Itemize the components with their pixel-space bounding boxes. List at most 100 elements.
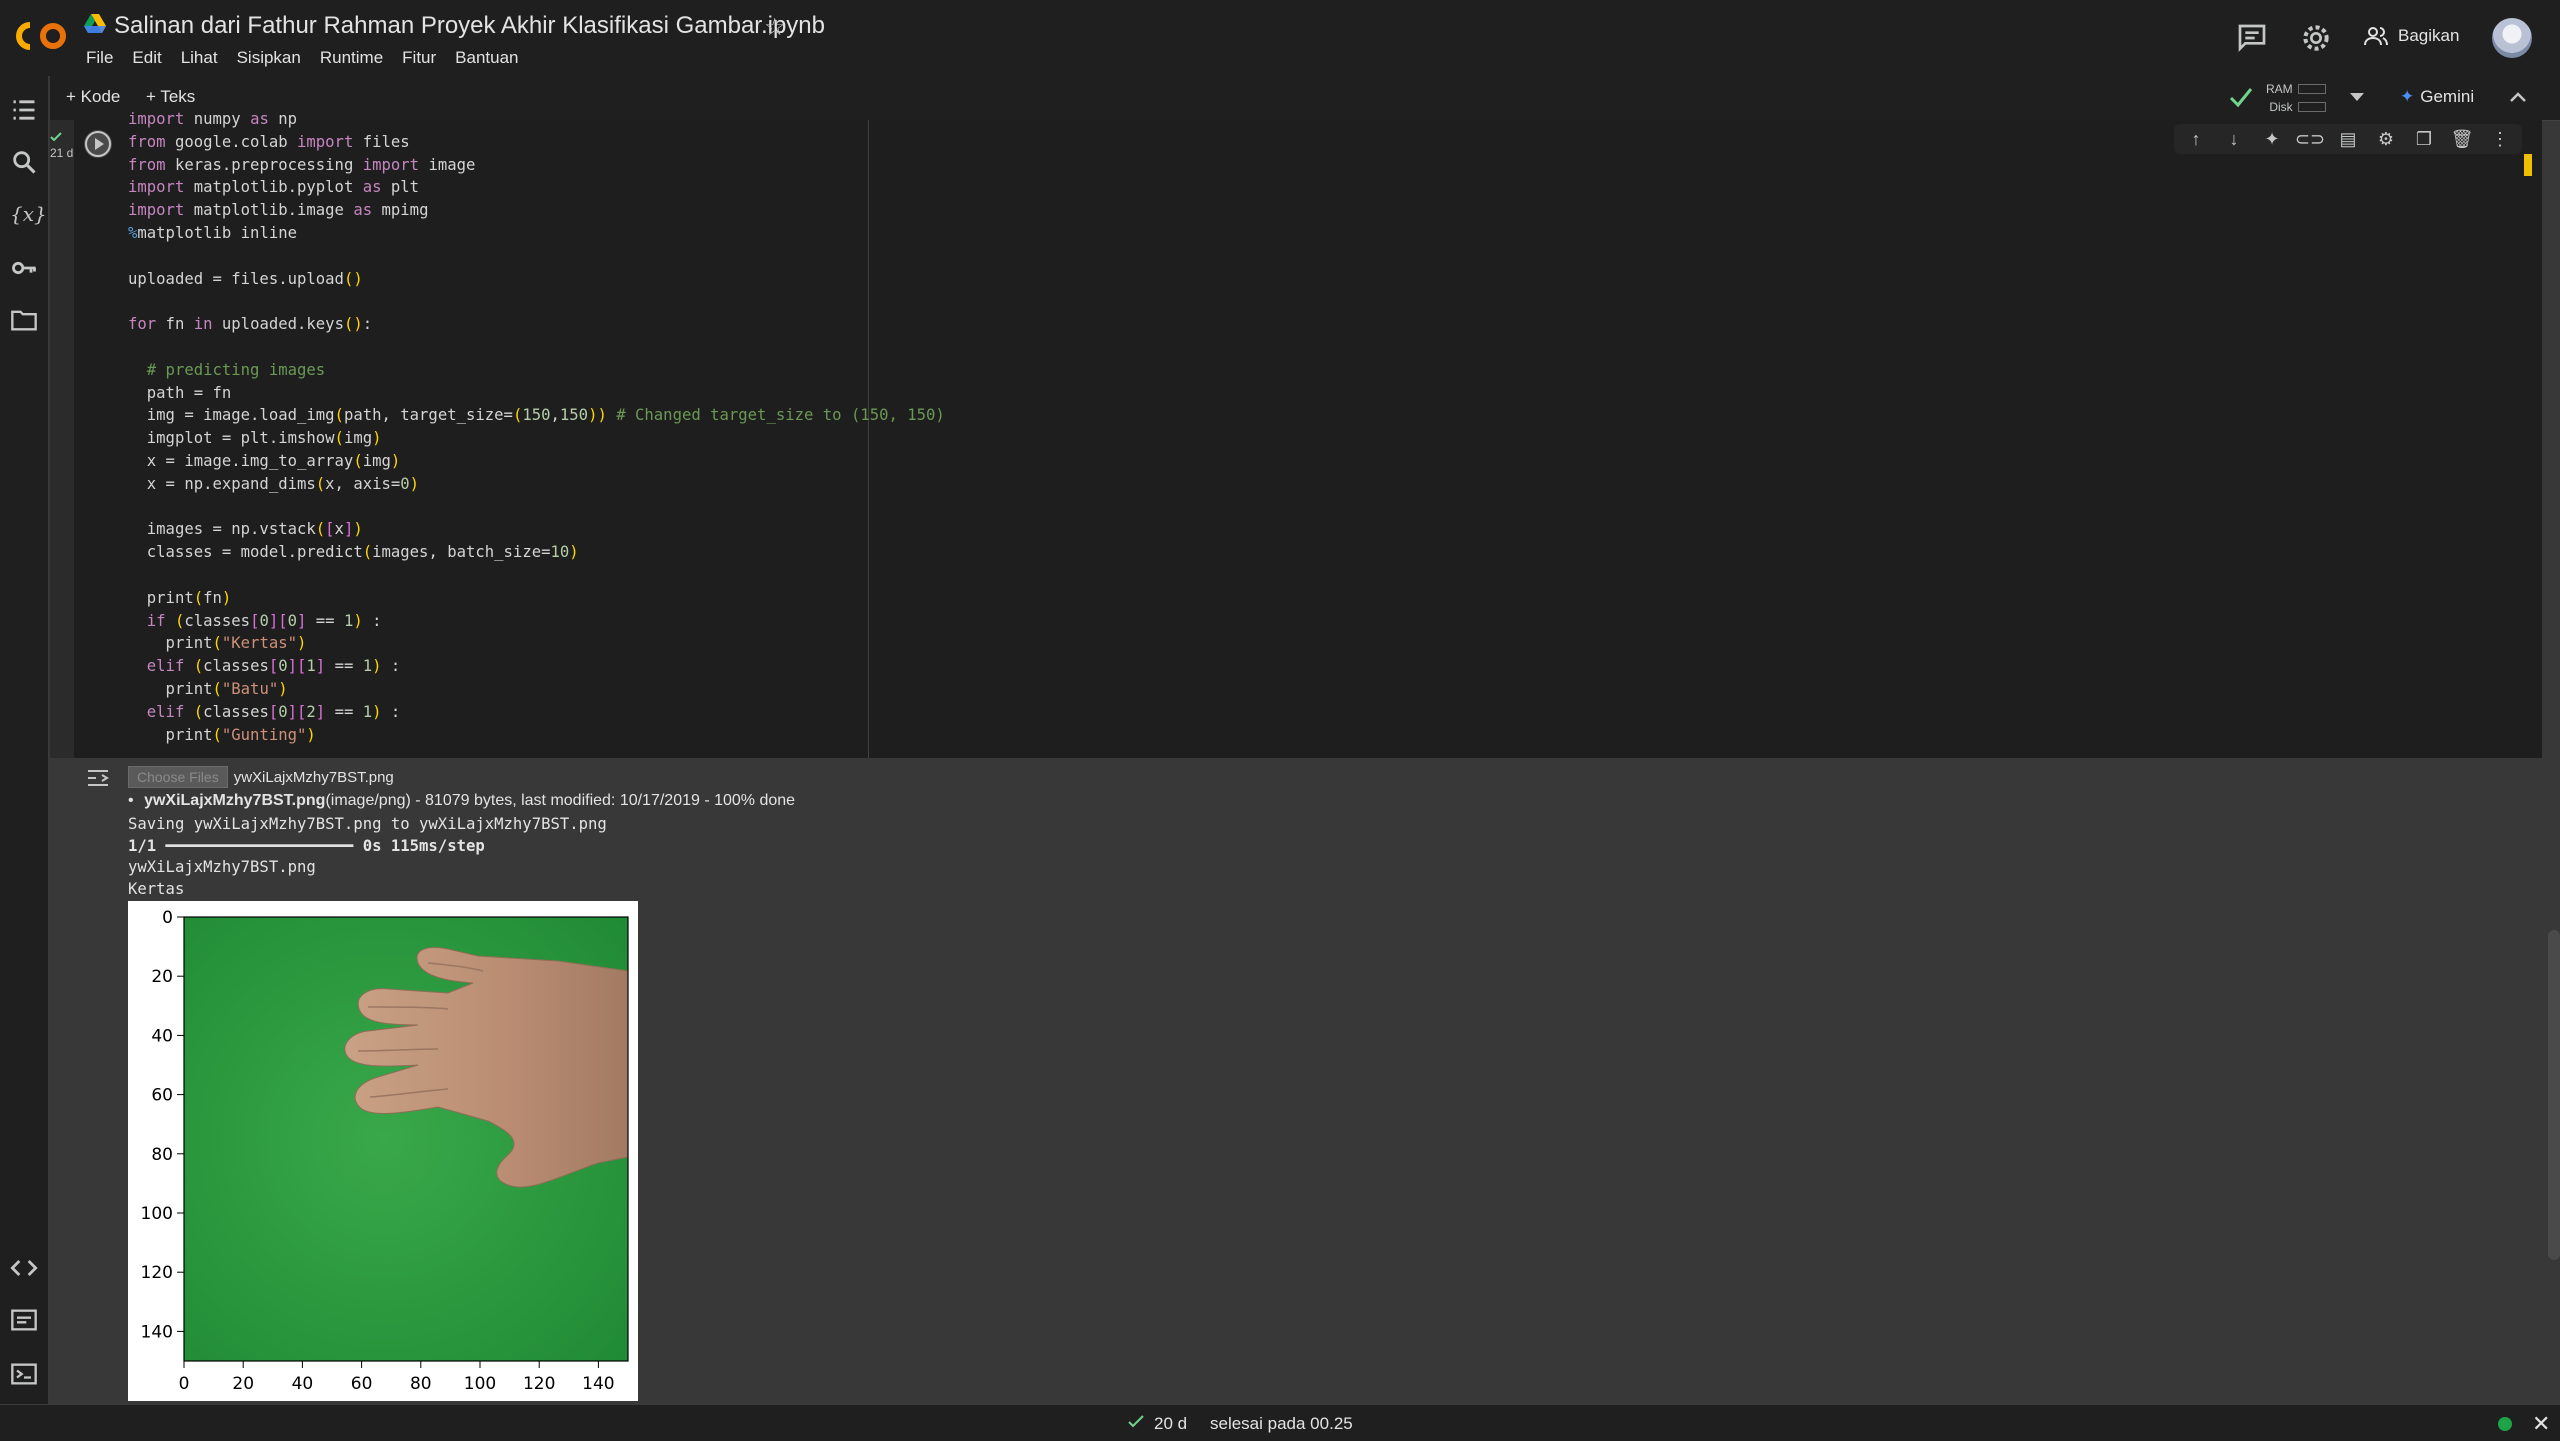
x-tick-label: 80 [410, 1374, 432, 1394]
left-sidebar: {x} [0, 76, 49, 1404]
code-snippets-icon[interactable] [10, 1254, 38, 1282]
terminal-icon[interactable] [10, 1360, 38, 1388]
link-icon[interactable]: ⊂⊃ [2295, 124, 2325, 154]
code-line: x = image.img_to_array(img) [128, 451, 401, 470]
add-text-label: Teks [160, 87, 196, 106]
code-line: %matplotlib inline [128, 223, 297, 242]
gemini-sparkle-icon[interactable]: ✦ [2260, 124, 2284, 154]
code-line: elif (classes[0][1] == 1) : [146, 657, 401, 676]
add-text-button[interactable]: + Teks [146, 87, 195, 107]
completion-text: selesai pada 00.25 [1210, 1414, 1353, 1433]
command-palette-icon[interactable] [10, 1306, 38, 1334]
y-tick-label: 20 [151, 967, 173, 987]
plot-svg: 0 20 40 60 80 100 120 140 0 20 40 60 80 100 120 140 [141, 908, 629, 1394]
gemini-label: Gemini [2420, 87, 2475, 106]
output-text: Saving ywXiLajxMzhy7BST.png to ywXiLajxM… [128, 814, 607, 900]
add-code-button[interactable]: + Kode [66, 87, 120, 107]
choose-files-button[interactable]: Choose Files [128, 766, 228, 788]
x-tick-label: 140 [582, 1374, 614, 1394]
share-label: Bagikan [2398, 26, 2460, 45]
add-code-label: Kode [80, 87, 121, 106]
imshow-plot: 0 20 40 60 80 100 120 140 0 20 40 60 80 100 120 140 [128, 901, 638, 1401]
execution-time: 20 d [1154, 1414, 1188, 1433]
top-bar: Salinan dari Fathur Rahman Proyek Akhir … [0, 0, 2560, 76]
scroll-marker [2524, 154, 2532, 176]
drive-icon[interactable] [84, 14, 106, 34]
menu-tools[interactable]: Fitur [402, 48, 436, 68]
code-line: path = fn [128, 383, 232, 402]
output-actions-icon[interactable] [84, 766, 114, 790]
code-line: import matplotlib.image as mpimg [128, 201, 429, 220]
connected-check-icon[interactable] [2228, 86, 2254, 108]
more-icon[interactable]: ⋮ [2488, 124, 2512, 154]
share-button[interactable]: Bagikan [2364, 26, 2459, 46]
execution-count: 21 d [50, 132, 73, 160]
code-line: for fn in uploaded.keys(): [128, 315, 373, 334]
y-tick-label: 80 [151, 1145, 173, 1165]
star-icon[interactable]: ☆ [764, 13, 786, 42]
ram-bar [2298, 84, 2326, 94]
move-down-icon[interactable]: ↓ [2222, 124, 2246, 154]
search-icon[interactable] [10, 148, 38, 176]
cell-gutter [50, 120, 74, 758]
move-up-icon[interactable]: ↑ [2184, 124, 2208, 154]
code-line: if (classes[0][0] == 1) : [146, 611, 382, 630]
code-line: images = np.vstack([x]) [128, 520, 363, 539]
scrollbar[interactable] [2548, 930, 2560, 1260]
menu-help[interactable]: Bantuan [455, 48, 518, 68]
settings-icon[interactable] [2300, 22, 2332, 54]
y-tick-label: 120 [141, 1263, 173, 1283]
cell-settings-icon[interactable]: ⚙ [2374, 124, 2398, 154]
executed-check-icon [50, 132, 62, 142]
chevron-up-icon[interactable] [2508, 88, 2528, 108]
code-line: x = np.expand_dims(x, axis=0) [128, 474, 420, 493]
code-line: from google.colab import files [128, 132, 410, 151]
code-line: print("Gunting") [128, 725, 316, 744]
variables-icon[interactable]: {x} [10, 200, 47, 228]
table-of-contents-icon[interactable] [10, 96, 38, 124]
run-cell-button[interactable] [84, 130, 112, 158]
gemini-button[interactable]: ✦ Gemini [2400, 87, 2474, 107]
cell-toolbar: ↑ ↓ ✦ ⊂⊃ ▤ ⚙ ❐ 🗑 ⋮ [2174, 124, 2522, 154]
colab-logo[interactable] [16, 20, 68, 52]
status-check-icon [1128, 1415, 1144, 1428]
x-tick-label: 40 [292, 1374, 314, 1394]
code-line: print(fn) [128, 588, 232, 607]
chevron-down-icon[interactable] [2348, 90, 2366, 104]
saving-line: Saving ywXiLajxMzhy7BST.png to ywXiLajxM… [128, 815, 607, 833]
menu-file[interactable]: File [86, 48, 113, 68]
x-tick-label: 20 [232, 1374, 254, 1394]
avatar[interactable] [2492, 18, 2532, 58]
gemini-sparkle-icon: ✦ [2400, 87, 2415, 106]
comment-icon[interactable]: ▤ [2336, 124, 2360, 154]
menu-insert[interactable]: Sisipkan [237, 48, 301, 68]
disk-bar [2298, 102, 2326, 112]
x-tick-label: 60 [351, 1374, 373, 1394]
menu-runtime[interactable]: Runtime [320, 48, 383, 68]
menu-edit[interactable]: Edit [132, 48, 161, 68]
comments-icon[interactable] [2236, 22, 2268, 54]
resource-monitor[interactable]: RAM Disk [2266, 80, 2293, 116]
code-line: print("Batu") [128, 679, 288, 698]
code-line: imgplot = plt.imshow(img) [128, 429, 382, 448]
menu-view[interactable]: Lihat [181, 48, 218, 68]
printed-class: Kertas [128, 879, 185, 898]
menu-bar: File Edit Lihat Sisipkan Runtime Fitur B… [86, 48, 519, 68]
close-icon[interactable]: ✕ [2532, 1411, 2550, 1437]
y-tick-label: 60 [151, 1086, 173, 1106]
notebook-title[interactable]: Salinan dari Fathur Rahman Proyek Akhir … [114, 12, 825, 40]
y-tick-label: 100 [141, 1204, 173, 1224]
delete-icon[interactable]: 🗑 [2450, 124, 2474, 154]
folder-icon[interactable] [10, 306, 38, 334]
x-tick-label: 120 [523, 1374, 555, 1394]
bullet: • [128, 792, 134, 809]
code-editor[interactable]: import numpy as np from google.colab impo… [128, 108, 1568, 758]
code-line: from keras.preprocessing import image [128, 155, 476, 174]
code-line: img = image.load_img(path, target_size=(… [128, 406, 945, 425]
y-tick-label: 0 [162, 908, 173, 928]
code-line: print("Kertas") [128, 634, 307, 653]
mirror-cell-icon[interactable]: ❐ [2412, 124, 2436, 154]
secrets-key-icon[interactable] [10, 254, 38, 282]
